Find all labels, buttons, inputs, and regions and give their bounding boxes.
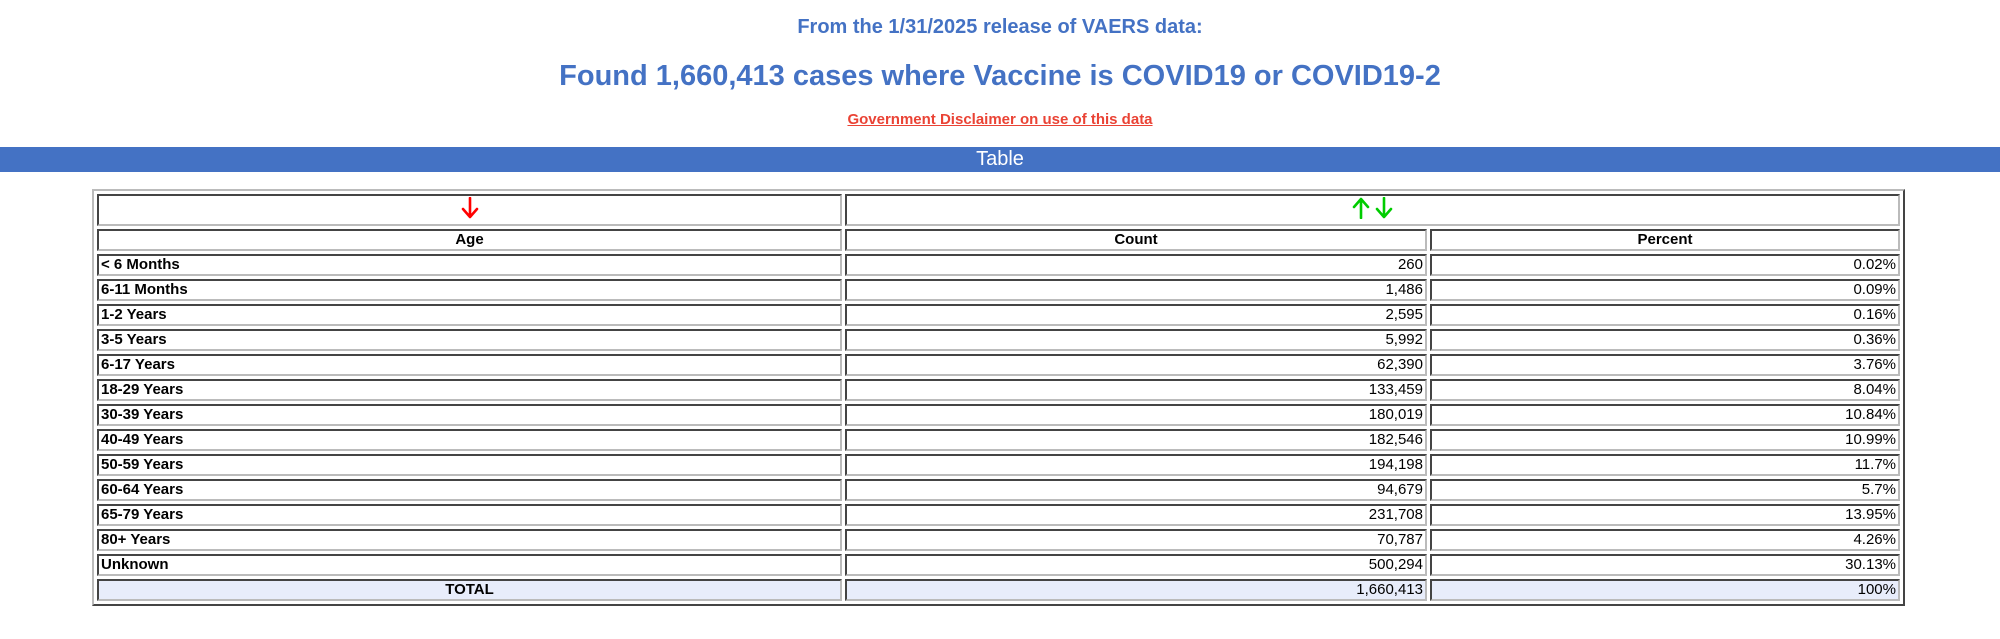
arrow-down-icon[interactable] (1375, 196, 1393, 224)
percent-cell: 11.7% (1430, 454, 1900, 476)
count-cell: 133,459 (845, 379, 1427, 401)
age-cell: 1-2 Years (97, 304, 842, 326)
header-row: Age Count Percent (97, 229, 1900, 251)
total-count: 1,660,413 (845, 579, 1427, 601)
arrow-down-icon[interactable] (461, 196, 479, 224)
count-cell: 194,198 (845, 454, 1427, 476)
count-cell: 5,992 (845, 329, 1427, 351)
column-header-percent: Percent (1430, 229, 1900, 251)
percent-cell: 30.13% (1430, 554, 1900, 576)
table-row: 30-39 Years 180,019 10.84% (97, 404, 1900, 426)
percent-cell: 0.09% (1430, 279, 1900, 301)
count-cell: 180,019 (845, 404, 1427, 426)
arrow-up-icon[interactable] (1352, 197, 1370, 224)
count-sort-cell (845, 194, 1900, 226)
results-table-body: Age Count Percent < 6 Months 260 0.02% 6-11… (97, 194, 1900, 601)
age-cell: 6-17 Years (97, 354, 842, 376)
table-row: 65-79 Years 231,708 13.95% (97, 504, 1900, 526)
count-cell: 62,390 (845, 354, 1427, 376)
disclaimer-link[interactable]: Government Disclaimer on use of this dat… (847, 111, 1152, 128)
table-row: < 6 Months 260 0.02% (97, 254, 1900, 276)
table-row: 1-2 Years 2,595 0.16% (97, 304, 1900, 326)
found-heading: Found 1,660,413 cases where Vaccine is C… (559, 60, 1441, 92)
section-bar: Table (0, 147, 2000, 172)
results-table-wrapper: Age Count Percent < 6 Months 260 0.02% 6-11… (92, 189, 1905, 606)
percent-cell: 10.99% (1430, 429, 1900, 451)
age-cell: Unknown (97, 554, 842, 576)
count-cell: 70,787 (845, 529, 1427, 551)
percent-cell: 0.16% (1430, 304, 1900, 326)
age-cell: 80+ Years (97, 529, 842, 551)
percent-cell: 0.02% (1430, 254, 1900, 276)
age-cell: 6-11 Months (97, 279, 842, 301)
table-row: 40-49 Years 182,546 10.99% (97, 429, 1900, 451)
table-row: 50-59 Years 194,198 11.7% (97, 454, 1900, 476)
total-percent: 100% (1430, 579, 1900, 601)
results-table: Age Count Percent < 6 Months 260 0.02% 6-11… (92, 189, 1905, 606)
age-sort-cell (97, 194, 842, 226)
age-cell: < 6 Months (97, 254, 842, 276)
age-cell: 65-79 Years (97, 504, 842, 526)
age-cell: 18-29 Years (97, 379, 842, 401)
percent-cell: 5.7% (1430, 479, 1900, 501)
sort-row (97, 194, 1900, 226)
count-cell: 1,486 (845, 279, 1427, 301)
percent-cell: 13.95% (1430, 504, 1900, 526)
table-row: 6-11 Months 1,486 0.09% (97, 279, 1900, 301)
table-row: 3-5 Years 5,992 0.36% (97, 329, 1900, 351)
table-row: 6-17 Years 62,390 3.76% (97, 354, 1900, 376)
age-cell: 50-59 Years (97, 454, 842, 476)
age-cell: 60-64 Years (97, 479, 842, 501)
total-row: TOTAL 1,660,413 100% (97, 579, 1900, 601)
count-cell: 500,294 (845, 554, 1427, 576)
percent-cell: 8.04% (1430, 379, 1900, 401)
count-cell: 2,595 (845, 304, 1427, 326)
table-row: 60-64 Years 94,679 5.7% (97, 479, 1900, 501)
count-cell: 231,708 (845, 504, 1427, 526)
release-heading: From the 1/31/2025 release of VAERS data… (797, 16, 1203, 38)
percent-cell: 4.26% (1430, 529, 1900, 551)
total-label: TOTAL (97, 579, 842, 601)
age-cell: 40-49 Years (97, 429, 842, 451)
percent-cell: 3.76% (1430, 354, 1900, 376)
count-cell: 94,679 (845, 479, 1427, 501)
column-header-age: Age (97, 229, 842, 251)
age-cell: 30-39 Years (97, 404, 842, 426)
percent-cell: 0.36% (1430, 329, 1900, 351)
table-row: 80+ Years 70,787 4.26% (97, 529, 1900, 551)
count-cell: 260 (845, 254, 1427, 276)
age-cell: 3-5 Years (97, 329, 842, 351)
count-cell: 182,546 (845, 429, 1427, 451)
disclaimer-container: Government Disclaimer on use of this dat… (0, 111, 2000, 128)
table-row: 18-29 Years 133,459 8.04% (97, 379, 1900, 401)
table-row: Unknown 500,294 30.13% (97, 554, 1900, 576)
column-header-count: Count (845, 229, 1427, 251)
percent-cell: 10.84% (1430, 404, 1900, 426)
